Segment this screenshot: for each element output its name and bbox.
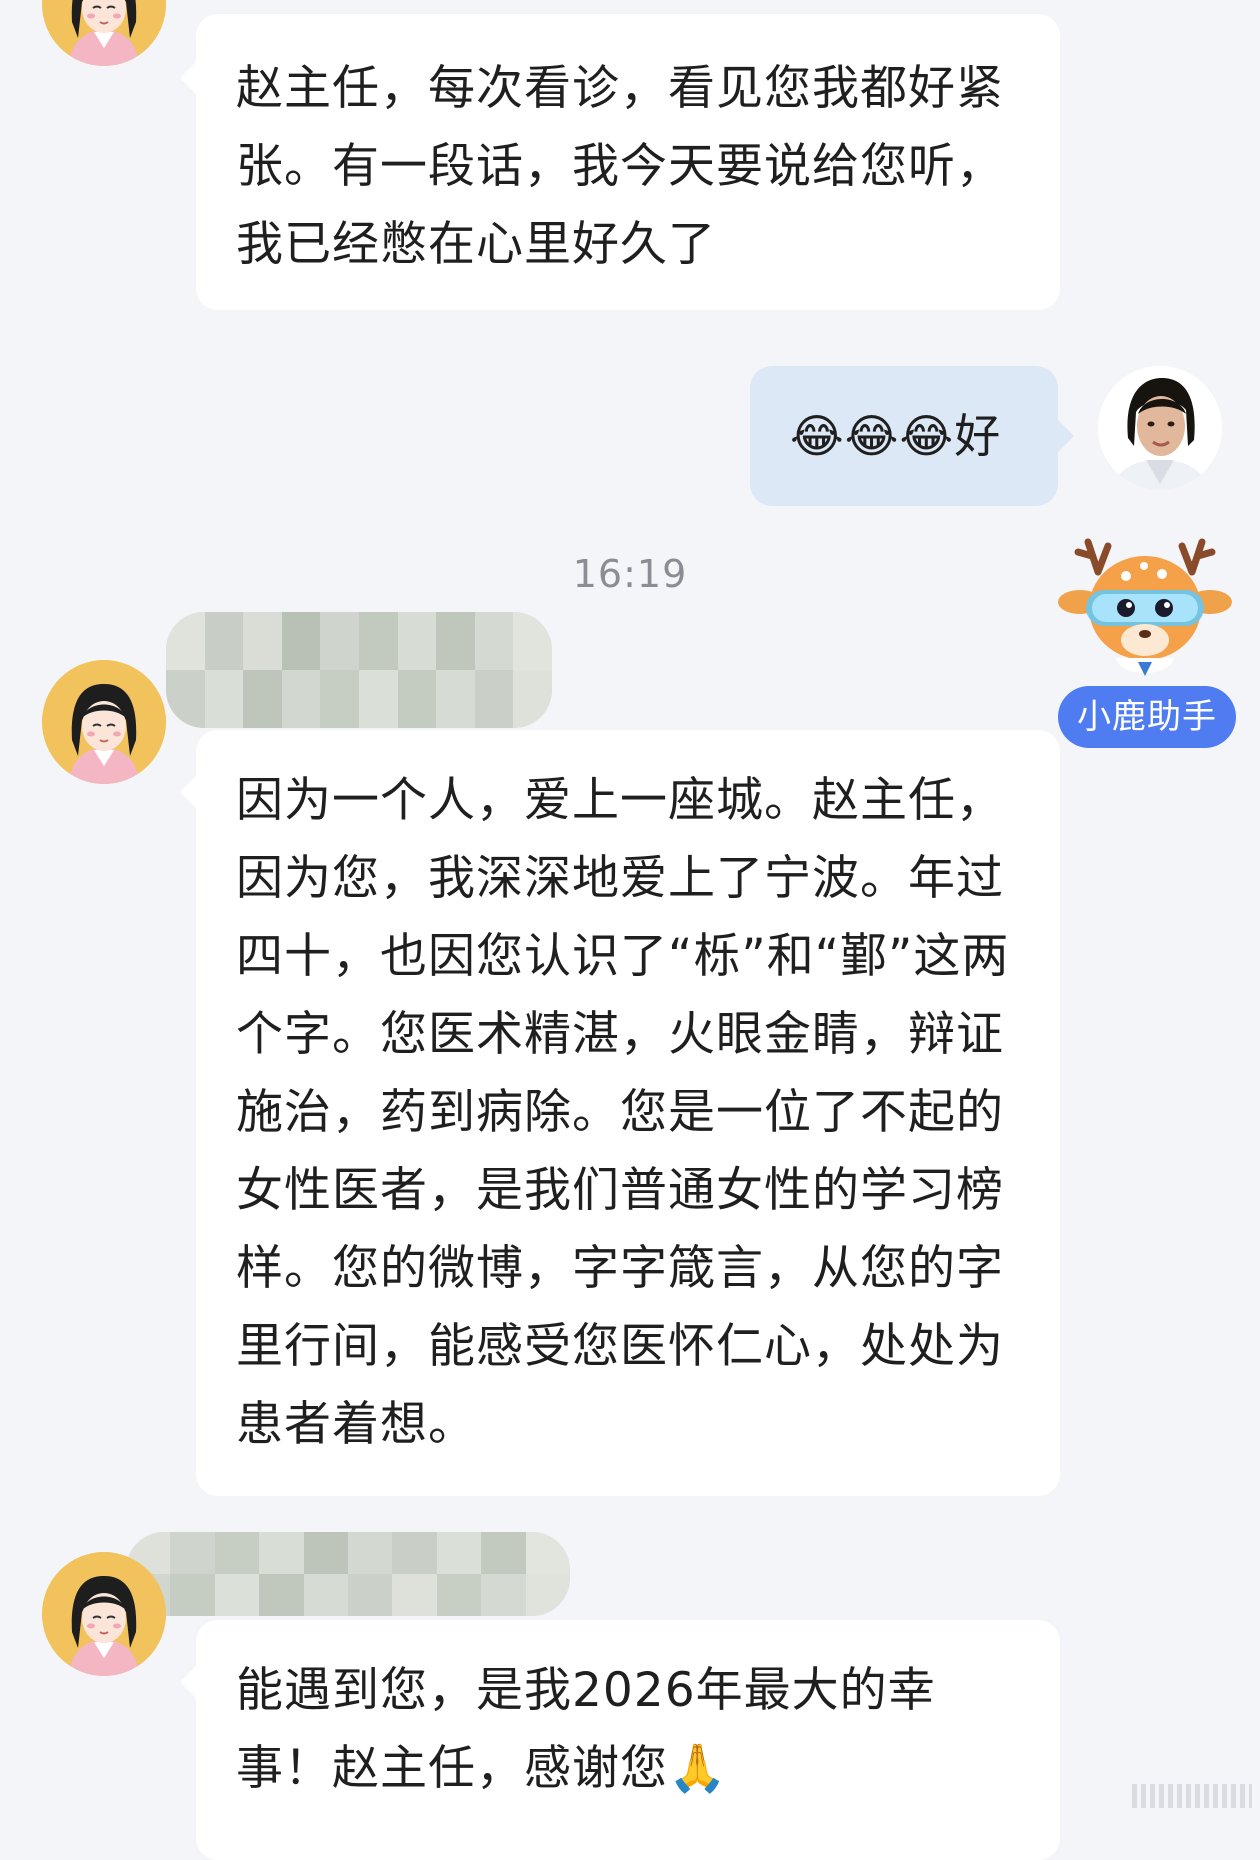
deer-mascot-icon (1058, 538, 1232, 676)
message-bubble-incoming[interactable]: 能遇到您，是我2026年最大的幸 事！赵主任，感谢您🙏 (180, 1620, 1060, 1860)
message-text-line: 里行间，能感受您医怀仁心，处处为 (236, 1319, 1004, 1374)
message-text-line: 施治，药到病除。您是一位了不起的 (236, 1085, 1004, 1140)
assistant-badge[interactable]: 小鹿助手 (1058, 686, 1236, 748)
message-text-line: 张。有一段话，我今天要说给您听， (236, 139, 1004, 194)
message-bubble-incoming[interactable]: 赵主任，每次看诊，看见您我都好紧 张。有一段话，我今天要说给您听， 我已经憋在心… (180, 14, 1060, 310)
message-text-line: 患者着想。 (236, 1397, 476, 1452)
message-text-line: 样。您的微博，字字箴言，从您的字 (236, 1241, 1004, 1296)
patient-avatar[interactable] (42, 0, 166, 66)
blurred-sender-name (126, 1532, 570, 1616)
message-text-line: 因为您，我深深地爱上了宁波。年过 (236, 851, 1004, 906)
message-text: 😂😂😂好 (790, 409, 1002, 463)
message-bubble-outgoing[interactable]: 😂😂😂好 (750, 366, 1074, 506)
bubble-tail (180, 776, 196, 808)
woman-avatar-icon (42, 0, 166, 66)
message-text-line: 赵主任，每次看诊，看见您我都好紧 (236, 61, 1004, 116)
deer-mascot-icon[interactable] (1058, 532, 1232, 682)
message-text-line: 我已经憋在心里好久了 (236, 217, 716, 272)
message-text-line: 个字。您医术精湛，火眼金睛，辩证 (236, 1007, 1004, 1062)
bubble-tail (180, 62, 196, 94)
patient-avatar[interactable] (42, 660, 166, 784)
message-text-line: 四十，也因您认识了“栎”和“鄞”这两 (236, 929, 1010, 984)
message-text-line: 女性医者，是我们普通女性的学习榜 (236, 1163, 1004, 1218)
doctor-photo-icon (1098, 366, 1222, 490)
blurred-sender-name (166, 612, 552, 728)
message-text-line: 因为一个人，爱上一座城。赵主任， (236, 773, 1004, 828)
bubble-tail (180, 1666, 196, 1698)
watermark (1132, 1784, 1252, 1808)
bubble-tail (1058, 420, 1074, 452)
woman-avatar-icon (42, 660, 166, 784)
message-text-line: 事！赵主任，感谢您🙏 (236, 1741, 728, 1796)
patient-avatar[interactable] (42, 1552, 166, 1676)
woman-avatar-icon (42, 1552, 166, 1676)
message-text-line: 能遇到您，是我2026年最大的幸 (236, 1663, 936, 1718)
doctor-avatar[interactable] (1098, 366, 1222, 490)
message-bubble-incoming[interactable]: 因为一个人，爱上一座城。赵主任， 因为您，我深深地爱上了宁波。年过 四十，也因您… (180, 730, 1060, 1496)
